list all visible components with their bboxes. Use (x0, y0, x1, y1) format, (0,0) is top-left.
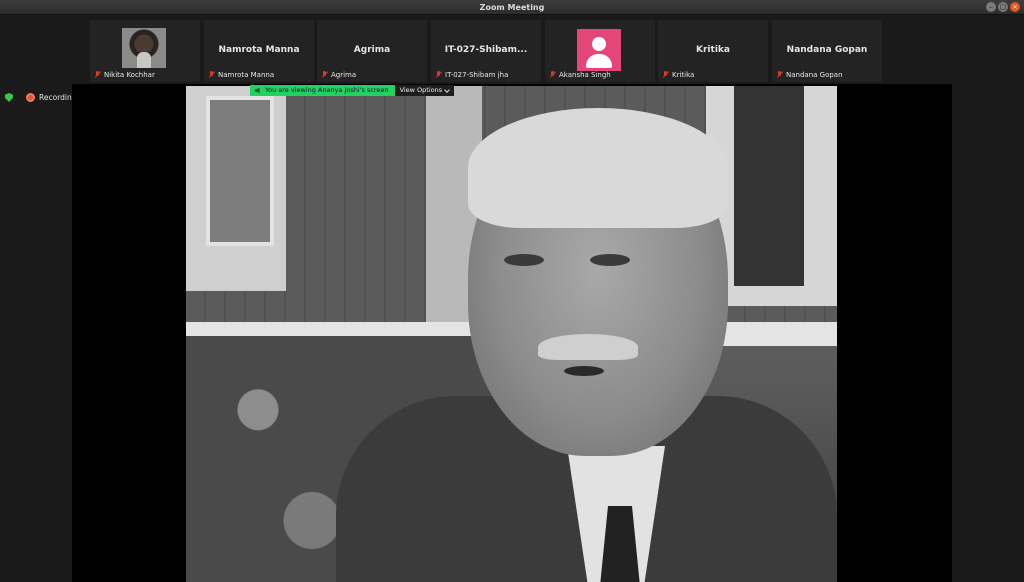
participant-tile-name: IT-027-Shibam... (444, 45, 528, 55)
participant-name: IT-027-Shibam jha (445, 71, 509, 79)
maximize-button[interactable]: ▢ (998, 2, 1008, 12)
chevron-down-icon (444, 86, 450, 93)
background-window-pane (734, 86, 804, 286)
participant-name: Akansha Singh (559, 71, 611, 79)
participant-name: Nandana Gopan (786, 71, 843, 79)
participant-tile[interactable]: Agrima Agrima (317, 20, 427, 82)
participant-tile-name: Agrima (353, 45, 391, 55)
participant-tile[interactable]: Kritika Kritika (658, 20, 768, 82)
window-title: Zoom Meeting (479, 3, 545, 12)
viewing-banner: You are viewing Ananya Joshi's screen Vi… (250, 85, 455, 96)
view-options-label: View Options (399, 86, 443, 94)
mic-muted-icon (435, 71, 442, 79)
participant-tile[interactable]: IT-027-Shibam... IT-027-Shibam jha (431, 20, 541, 82)
avatar-body (586, 54, 612, 68)
mic-muted-icon (549, 71, 556, 79)
person-eye (504, 254, 544, 266)
mic-muted-icon (94, 71, 101, 79)
participant-tile-name: Kritika (696, 45, 730, 55)
person-mouth (564, 366, 604, 376)
record-icon[interactable] (26, 93, 35, 102)
window-controls: – ▢ × (986, 2, 1020, 12)
participant-video (122, 28, 166, 68)
view-options-button[interactable]: View Options (394, 85, 455, 96)
avatar-head (592, 37, 606, 51)
participant-tile[interactable]: Akansha Singh (545, 20, 655, 82)
participant-tile[interactable]: Namrota Manna Namrota Manna (204, 20, 314, 82)
participant-name: Namrota Manna (218, 71, 275, 79)
minimize-icon: – (989, 3, 993, 11)
participant-tile-name: Namrota Manna (218, 45, 300, 55)
maximize-icon: ▢ (999, 3, 1007, 11)
background-window-pane (206, 96, 274, 246)
mic-muted-icon (321, 71, 328, 79)
viewing-message-text: You are viewing Ananya Joshi's screen (265, 86, 389, 94)
participant-tile[interactable]: Nikita Kochhar (90, 20, 200, 82)
participant-name: Agrima (331, 71, 357, 79)
participant-name: Nikita Kochhar (104, 71, 155, 79)
person-hair (468, 108, 728, 228)
close-button[interactable]: × (1010, 2, 1020, 12)
participant-gallery: Nikita Kochhar Namrota Manna Namrota Man… (0, 16, 1024, 84)
title-bar: Zoom Meeting – ▢ × (0, 0, 1024, 15)
shield-icon[interactable] (5, 93, 13, 102)
recording-label[interactable]: Recording (39, 92, 77, 103)
shared-screen-content (186, 86, 837, 582)
mic-muted-icon (776, 71, 783, 79)
person-mustache (538, 334, 638, 360)
mic-muted-icon (208, 71, 215, 79)
participant-tile-name: Nandana Gopan (786, 45, 868, 55)
participant-name: Kritika (672, 71, 695, 79)
avatar (577, 29, 621, 71)
mic-muted-icon (662, 71, 669, 79)
person-eye (590, 254, 630, 266)
close-icon: × (1012, 3, 1018, 11)
minimize-button[interactable]: – (986, 2, 996, 12)
speaker-icon (255, 87, 260, 94)
participant-tile[interactable]: Nandana Gopan Nandana Gopan (772, 20, 882, 82)
viewing-message: You are viewing Ananya Joshi's screen (250, 85, 395, 96)
